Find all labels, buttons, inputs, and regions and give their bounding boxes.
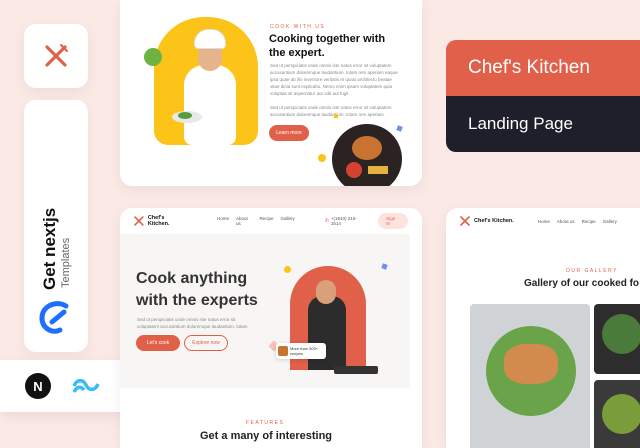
main-nav-links: Home About us Recipe Gallery	[217, 216, 295, 226]
about-paragraph-1: Sed ut perspiciatis unde omnis iste natu…	[270, 63, 398, 96]
sign-in-button[interactable]: Sign In	[378, 213, 408, 229]
features-eyebrow: FEATURES	[246, 420, 285, 426]
hero-heading: Cook anything with the experts	[136, 268, 258, 312]
decor-dot-yellow	[318, 154, 326, 162]
hero-paragraph: Sed ut perspiciatis unde omnis iste natu…	[137, 317, 248, 329]
gallery-image-dark	[594, 304, 640, 374]
main-brand-name: Chef's Kitchen.	[147, 215, 170, 227]
chef-image	[154, 17, 258, 145]
nextjs-icon: N	[22, 370, 54, 402]
decor-dot-yellow	[284, 266, 291, 273]
about-heading-line1: Cooking together with	[269, 33, 386, 45]
explore-now-button[interactable]: Explore now	[184, 335, 228, 351]
recipes-tooltip: More than 500+ recipes	[276, 343, 326, 359]
about-eyebrow: COOK WITH US	[270, 24, 326, 30]
gallery-nav-links: Home About us Recipe Gallery	[538, 219, 617, 224]
hero-section-card: Chef's Kitchen. Home About us Recipe Gal…	[120, 208, 422, 448]
lets-cook-button[interactable]: Let's cook	[136, 335, 180, 351]
logo-tile	[24, 24, 88, 88]
gallery-navbar: Chef's Kitchen. Home About us Recipe Gal…	[446, 208, 640, 234]
hero-heading-line2: with the experts	[136, 292, 258, 309]
learn-more-button[interactable]: Learn more	[269, 125, 309, 141]
decor-square-yellow	[334, 114, 338, 118]
nav-home[interactable]: Home	[217, 216, 229, 226]
gallery-heading: Gallery of our cooked fo	[524, 278, 640, 289]
gallery-image-salad	[470, 304, 590, 448]
fork-knife-icon	[45, 44, 68, 67]
hero-heading-line1: Cook anything	[136, 270, 248, 287]
main-navbar: Chef's Kitchen. Home About us Recipe Gal…	[120, 208, 422, 234]
phone-icon: ✆	[324, 218, 329, 224]
banner-subtitle: Landing Page	[446, 96, 640, 152]
herb-decoration	[144, 48, 162, 66]
nav-gallery[interactable]: Gallery	[603, 219, 617, 224]
nav-recipe[interactable]: Recipe	[582, 219, 596, 224]
about-heading: Cooking together with the expert.	[269, 32, 385, 60]
phone-number: +(1910) 215-1614	[330, 216, 357, 226]
templates-text: Templates	[60, 237, 72, 288]
about-heading-line2: the expert.	[269, 47, 325, 59]
decor-square-blue	[396, 125, 403, 132]
tooltip-thumbnail	[278, 346, 288, 356]
fork-knife-icon	[134, 216, 144, 226]
gallery-eyebrow: OUR GALLERY	[566, 268, 618, 274]
nav-gallery[interactable]: Gallery	[280, 216, 294, 226]
nav-about[interactable]: About us	[557, 219, 575, 224]
tooltip-text: More than 500+ recipes	[290, 346, 319, 356]
gallery-image-bowl	[594, 380, 640, 448]
nav-home[interactable]: Home	[538, 219, 550, 224]
fork-knife-icon	[460, 216, 470, 226]
svg-text:N: N	[33, 379, 42, 394]
gallery-brand-name: Chef's Kitchen.	[474, 218, 514, 224]
nextjs-logo	[38, 298, 72, 338]
nav-recipe[interactable]: Recipe	[259, 216, 273, 226]
about-section-card: COOK WITH US Cooking together with the e…	[120, 0, 422, 186]
burger-plate-image	[332, 124, 402, 186]
tailwind-icon	[70, 370, 102, 402]
get-nextjs-text: Get nextjs	[40, 207, 59, 290]
features-heading: Get a many of interesting	[200, 430, 333, 442]
banner-title: Chef's Kitchen	[446, 40, 640, 96]
gallery-section-card: Chef's Kitchen. Home About us Recipe Gal…	[446, 208, 640, 448]
nav-about[interactable]: About us	[236, 216, 252, 226]
